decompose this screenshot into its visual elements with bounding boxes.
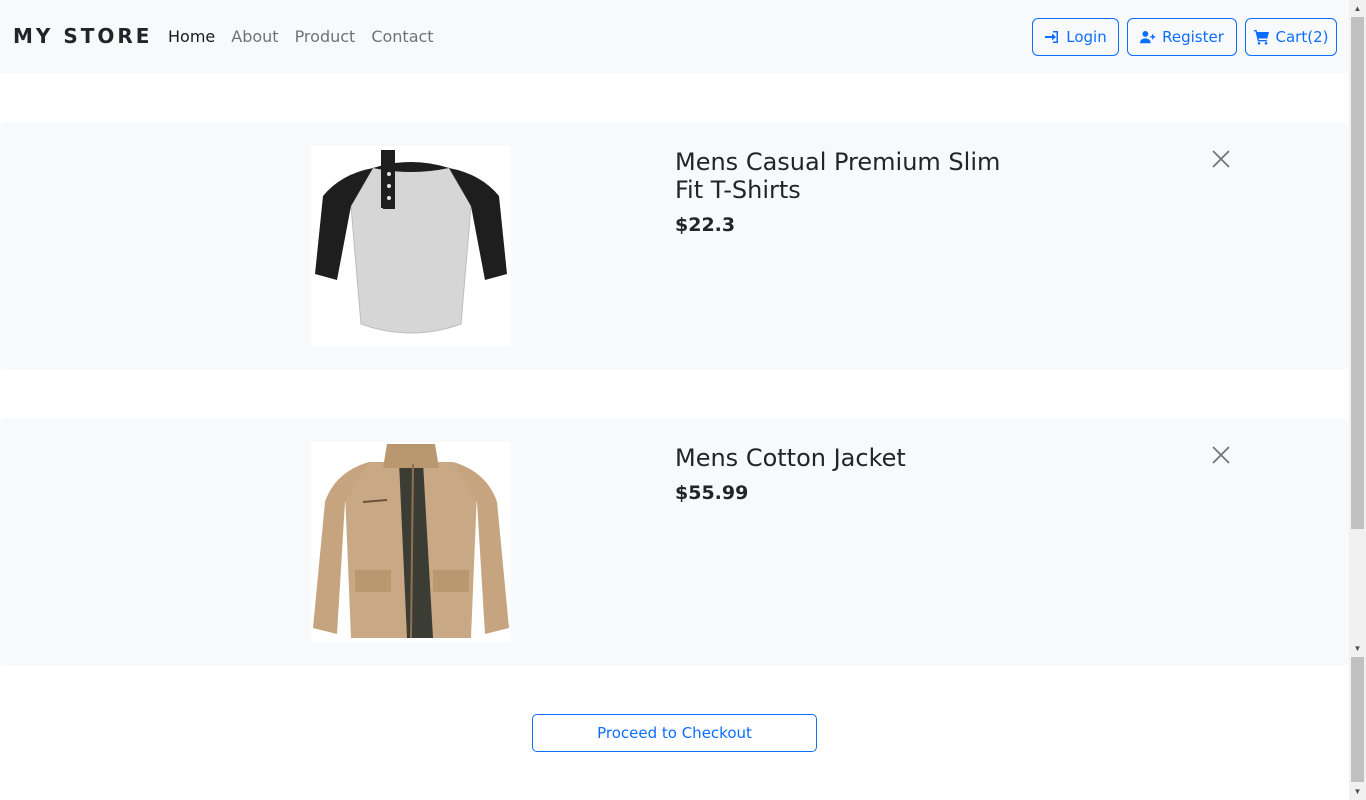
vertical-scrollbar[interactable]: ▲ ▼ ▼ <box>1349 0 1366 800</box>
scroll-thumb-lower[interactable] <box>1351 657 1364 782</box>
product-price: $22.3 <box>675 214 736 236</box>
tshirt-image <box>315 150 507 334</box>
brand-logo[interactable]: MY STORE <box>13 24 152 48</box>
nav-links: Home About Product Contact <box>168 27 434 46</box>
scroll-down-arrow-icon[interactable]: ▼ <box>1349 783 1366 800</box>
login-label: Login <box>1066 28 1107 46</box>
product-price: $55.99 <box>675 482 749 504</box>
product-image-tshirt <box>311 146 511 346</box>
navbar: MY STORE Home About Product Contact Logi… <box>0 0 1349 73</box>
login-button[interactable]: Login <box>1032 18 1119 56</box>
shopping-cart-icon <box>1253 30 1269 45</box>
nav-link-product[interactable]: Product <box>295 27 356 46</box>
nav-buttons: Login Register Cart(2) <box>1032 18 1337 56</box>
sign-in-icon <box>1045 31 1059 43</box>
scroll-thumb[interactable] <box>1351 17 1364 529</box>
nav-link-contact[interactable]: Contact <box>371 27 433 46</box>
nav-link-about[interactable]: About <box>231 27 278 46</box>
product-title[interactable]: Mens Casual Premium Slim Fit T-Shirts <box>675 148 1035 204</box>
nav-link-home[interactable]: Home <box>168 27 215 46</box>
jacket-image <box>313 444 509 639</box>
product-info: Mens Cotton Jacket $55.99 <box>675 444 1035 504</box>
product-info: Mens Casual Premium Slim Fit T-Shirts $2… <box>675 148 1035 236</box>
product-title[interactable]: Mens Cotton Jacket <box>675 444 1035 472</box>
product-image-jacket <box>311 442 511 642</box>
remove-item-button[interactable] <box>1210 444 1232 466</box>
close-icon <box>1212 446 1230 464</box>
close-icon <box>1212 150 1230 168</box>
viewport: MY STORE Home About Product Contact Logi… <box>0 0 1349 800</box>
cart-label: Cart(2) <box>1275 28 1329 46</box>
page: MY STORE Home About Product Contact Logi… <box>0 0 1366 800</box>
scroll-up-arrow-icon[interactable]: ▲ <box>1349 0 1366 17</box>
proceed-to-checkout-button[interactable]: Proceed to Checkout <box>532 714 817 752</box>
register-button[interactable]: Register <box>1127 18 1237 56</box>
remove-item-button[interactable] <box>1210 148 1232 170</box>
cart-item: Mens Cotton Jacket $55.99 <box>0 418 1349 666</box>
cart-item: Mens Casual Premium Slim Fit T-Shirts $2… <box>0 122 1349 370</box>
register-label: Register <box>1162 28 1224 46</box>
cart-button[interactable]: Cart(2) <box>1245 18 1337 56</box>
scroll-down-arrow-icon[interactable]: ▼ <box>1349 640 1366 657</box>
user-plus-icon <box>1140 30 1156 44</box>
